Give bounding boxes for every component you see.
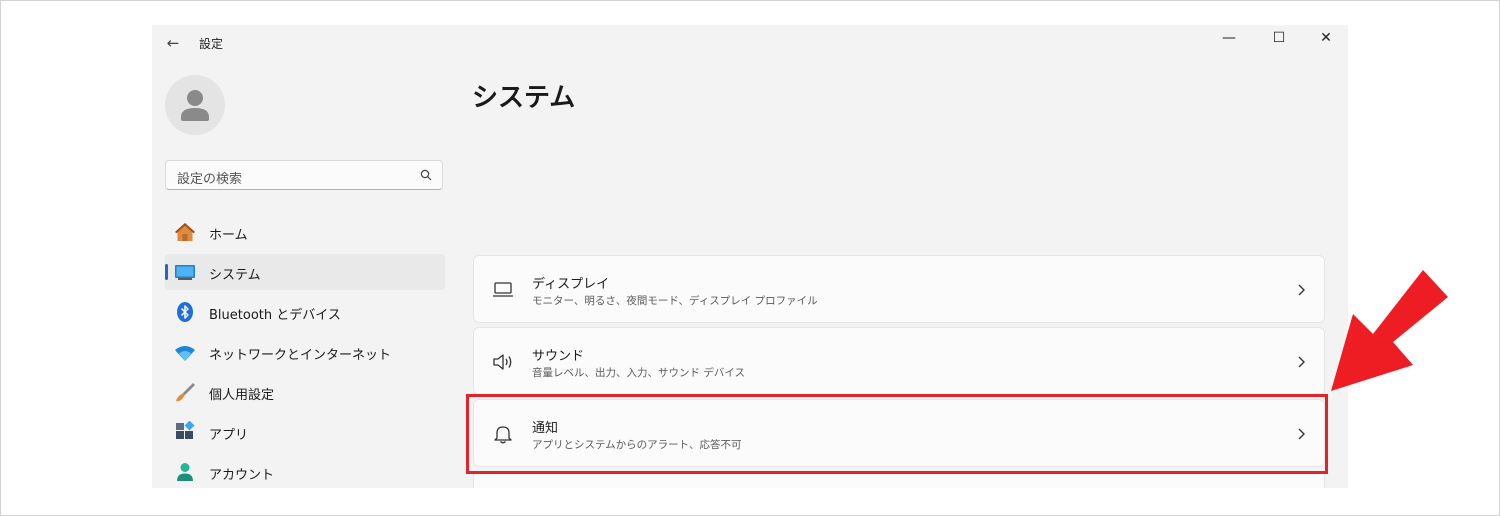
sidebar-item-apps[interactable]: アプリ	[165, 414, 445, 450]
page-title: システム	[472, 83, 576, 113]
sidebar-item-accounts[interactable]: アカウント	[165, 454, 445, 488]
sidebar-item-label: アカウント	[209, 468, 275, 483]
minimize-button[interactable]: —	[1214, 27, 1244, 49]
search-placeholder: 設定の検索	[177, 172, 243, 187]
maximize-button[interactable]: ☐	[1264, 27, 1294, 49]
card-title: ディスプレイ	[532, 277, 610, 292]
sidebar-item-label: システム	[209, 268, 261, 283]
system-icon	[175, 265, 195, 280]
back-arrow-icon[interactable]: ←	[164, 34, 182, 52]
sidebar-item-label: Bluetooth とデバイス	[209, 308, 341, 323]
speaker-icon	[493, 354, 512, 370]
brush-icon	[176, 383, 195, 402]
chevron-right-icon	[1298, 356, 1305, 368]
wifi-icon	[175, 346, 195, 361]
search-input[interactable]: 設定の検索	[165, 160, 443, 190]
sidebar-item-label: ネットワークとインターネット	[209, 348, 392, 363]
sidebar-item-bluetooth[interactable]: Bluetooth とデバイス	[165, 294, 445, 330]
sidebar-item-label: ホーム	[209, 228, 248, 243]
chevron-right-icon	[1298, 284, 1305, 296]
settings-card-display[interactable]: ディスプレイ モニター、明るさ、夜間モード、ディスプレイ プロファイル	[473, 255, 1325, 323]
sidebar-item-label: 個人用設定	[209, 388, 275, 403]
sidebar-item-label: アプリ	[209, 428, 249, 443]
sidebar-item-network[interactable]: ネットワークとインターネット	[165, 334, 445, 370]
display-icon	[493, 282, 513, 297]
sidebar-item-personalization[interactable]: 個人用設定	[165, 374, 445, 410]
sidebar-item-home[interactable]: ホーム	[165, 214, 445, 250]
settings-card-sound[interactable]: サウンド 音量レベル、出力、入力、サウンド デバイス	[473, 327, 1325, 395]
search-icon[interactable]	[420, 169, 432, 181]
home-icon	[175, 223, 195, 241]
account-icon	[177, 463, 193, 481]
red-arrow-annotation	[1331, 270, 1448, 391]
app-title: 設定	[199, 37, 224, 51]
selection-indicator	[165, 264, 168, 280]
close-button[interactable]: ✕	[1311, 27, 1341, 49]
card-subtitle: 音量レベル、出力、入力、サウンド デバイス	[532, 367, 746, 379]
user-silhouette-icon	[181, 90, 209, 121]
avatar[interactable]	[165, 75, 225, 135]
card-title: サウンド	[532, 349, 585, 364]
highlight-box	[466, 394, 1328, 474]
card-subtitle: モニター、明るさ、夜間モード、ディスプレイ プロファイル	[532, 295, 818, 307]
bluetooth-icon	[177, 302, 193, 322]
apps-icon	[176, 421, 195, 439]
sidebar-item-system[interactable]: システム	[165, 254, 445, 290]
